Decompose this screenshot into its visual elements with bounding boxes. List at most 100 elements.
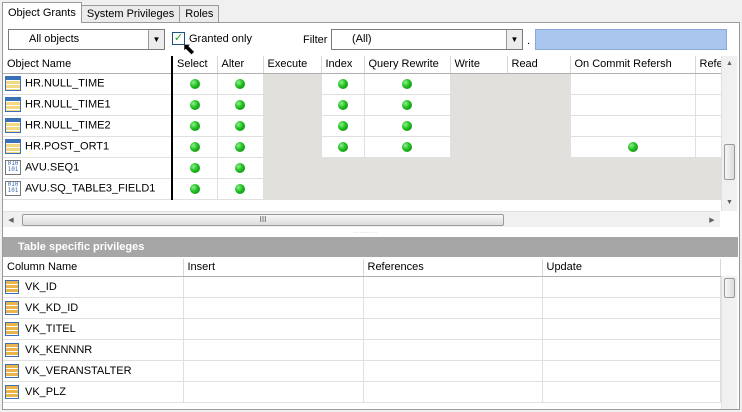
column-header-write[interactable]: Write	[450, 56, 508, 74]
privilege-cell[interactable]	[542, 381, 721, 403]
privilege-cell[interactable]	[321, 94, 365, 116]
column-header-references[interactable]: References	[363, 259, 543, 277]
privilege-cell[interactable]	[183, 381, 364, 403]
grants-vertical-scrollbar[interactable]: ▲ ▼	[721, 56, 737, 211]
table-row[interactable]: 010 101 AVU.SQ_TABLE3_FIELD1	[3, 178, 732, 200]
privilege-cell[interactable]	[217, 73, 264, 95]
arrow-down-icon[interactable]: ▼	[722, 195, 737, 211]
chevron-down-icon[interactable]: ▼	[148, 30, 164, 49]
column-name-cell[interactable]: VK_ID	[3, 276, 184, 298]
privilege-cell[interactable]	[363, 360, 543, 382]
column-header-update[interactable]: Update	[542, 259, 721, 277]
column-name-cell[interactable]: VK_KENNNR	[3, 339, 184, 361]
privilege-cell[interactable]	[363, 339, 543, 361]
tab-object-grants[interactable]: Object Grants	[2, 2, 82, 23]
filter-select[interactable]: (All) ▼	[331, 29, 523, 50]
privilege-cell[interactable]	[542, 339, 721, 361]
table-row[interactable]: VK_KD_ID	[3, 297, 721, 319]
table-row[interactable]: VK_PLZ	[3, 381, 721, 403]
panel-splitter[interactable]: ········	[266, 231, 466, 235]
privilege-cell[interactable]	[542, 318, 721, 340]
object-name-cell[interactable]: HR.POST_ORT1	[3, 136, 173, 158]
column-header-object-name[interactable]: Object Name	[3, 56, 173, 74]
privilege-cell[interactable]	[217, 157, 264, 179]
arrow-right-icon[interactable]: ▶	[704, 216, 720, 224]
object-name-cell[interactable]: HR.NULL_TIME1	[3, 94, 173, 116]
column-header-alter[interactable]: Alter	[217, 56, 264, 74]
column-name-cell[interactable]: VK_PLZ	[3, 381, 184, 403]
privilege-cell[interactable]	[217, 94, 264, 116]
column-header-read[interactable]: Read	[507, 56, 571, 74]
scrollbar-thumb[interactable]: III	[22, 214, 504, 226]
column-header-column-name[interactable]: Column Name	[3, 259, 184, 277]
privilege-cell[interactable]	[183, 339, 364, 361]
table-row[interactable]: VK_KENNNR	[3, 339, 721, 361]
privilege-cell[interactable]	[321, 115, 365, 137]
privilege-cell[interactable]	[172, 136, 218, 158]
privilege-cell[interactable]	[364, 115, 451, 137]
columns-vertical-scrollbar[interactable]: ▲	[721, 276, 737, 409]
scrollbar-thumb[interactable]	[724, 144, 735, 180]
object-name-cell[interactable]: HR.NULL_TIME	[3, 73, 173, 95]
granted-only-label[interactable]: Granted only	[189, 32, 252, 46]
privilege-cell[interactable]	[570, 115, 696, 137]
object-type-select[interactable]: All objects ▼	[8, 29, 165, 50]
privilege-cell[interactable]	[363, 276, 543, 298]
privilege-cell[interactable]	[570, 136, 696, 158]
table-row[interactable]: VK_TITEL	[3, 318, 721, 340]
object-name-cell[interactable]: 010 101 AVU.SEQ1	[3, 157, 173, 179]
privilege-cell[interactable]	[321, 136, 365, 158]
privilege-cell[interactable]	[217, 178, 264, 200]
privilege-cell[interactable]	[217, 136, 264, 158]
column-header-index[interactable]: Index	[321, 56, 365, 74]
table-row[interactable]: HR.NULL_TIME	[3, 73, 732, 95]
table-row[interactable]: HR.NULL_TIME2	[3, 115, 732, 137]
table-row[interactable]: VK_ID	[3, 276, 721, 298]
table-row[interactable]: HR.NULL_TIME1	[3, 94, 732, 116]
column-name-cell[interactable]: VK_VERANSTALTER	[3, 360, 184, 382]
privilege-cell[interactable]	[172, 157, 218, 179]
green-dot-icon	[337, 99, 348, 110]
tab-system-privileges[interactable]: System Privileges	[80, 5, 181, 23]
filter-text-input[interactable]	[535, 29, 727, 50]
tab-roles[interactable]: Roles	[179, 5, 220, 23]
column-name-cell[interactable]: VK_TITEL	[3, 318, 184, 340]
privilege-cell[interactable]	[542, 360, 721, 382]
privilege-cell[interactable]	[570, 94, 696, 116]
privilege-cell[interactable]	[217, 115, 264, 137]
table-row[interactable]: VK_VERANSTALTER	[3, 360, 721, 382]
column-header-execute[interactable]: Execute	[263, 56, 322, 74]
column-name-cell[interactable]: VK_KD_ID	[3, 297, 184, 319]
privilege-cell[interactable]	[183, 360, 364, 382]
scrollbar-thumb[interactable]	[724, 278, 735, 298]
object-name-cell[interactable]: HR.NULL_TIME2	[3, 115, 173, 137]
privilege-cell[interactable]	[364, 73, 451, 95]
privilege-cell[interactable]	[363, 297, 543, 319]
chevron-down-icon[interactable]: ▼	[506, 30, 522, 49]
privilege-cell[interactable]	[183, 276, 364, 298]
grants-horizontal-scrollbar[interactable]: ◀ III ▶	[3, 211, 720, 227]
column-header-query-rewrite[interactable]: Query Rewrite	[364, 56, 451, 74]
arrow-up-icon[interactable]: ▲	[722, 56, 737, 72]
column-header-insert[interactable]: Insert	[183, 259, 364, 277]
table-row[interactable]: HR.POST_ORT1	[3, 136, 732, 158]
privilege-cell[interactable]	[321, 73, 365, 95]
object-name-cell[interactable]: 010 101 AVU.SQ_TABLE3_FIELD1	[3, 178, 173, 200]
privilege-cell[interactable]	[172, 73, 218, 95]
privilege-cell[interactable]	[172, 115, 218, 137]
privilege-cell[interactable]	[183, 297, 364, 319]
arrow-left-icon[interactable]: ◀	[3, 216, 19, 224]
privilege-cell[interactable]	[542, 297, 721, 319]
column-header-select[interactable]: Select	[172, 56, 218, 74]
privilege-cell[interactable]	[172, 178, 218, 200]
table-row[interactable]: 010 101 AVU.SEQ1	[3, 157, 732, 179]
privilege-cell[interactable]	[172, 94, 218, 116]
privilege-cell[interactable]	[542, 276, 721, 298]
privilege-cell[interactable]	[363, 381, 543, 403]
privilege-cell[interactable]	[364, 136, 451, 158]
privilege-cell[interactable]	[183, 318, 364, 340]
privilege-cell[interactable]	[363, 318, 543, 340]
column-header-on-commit-refresh[interactable]: On Commit Refersh	[570, 56, 696, 74]
privilege-cell[interactable]	[364, 94, 451, 116]
privilege-cell[interactable]	[570, 73, 696, 95]
